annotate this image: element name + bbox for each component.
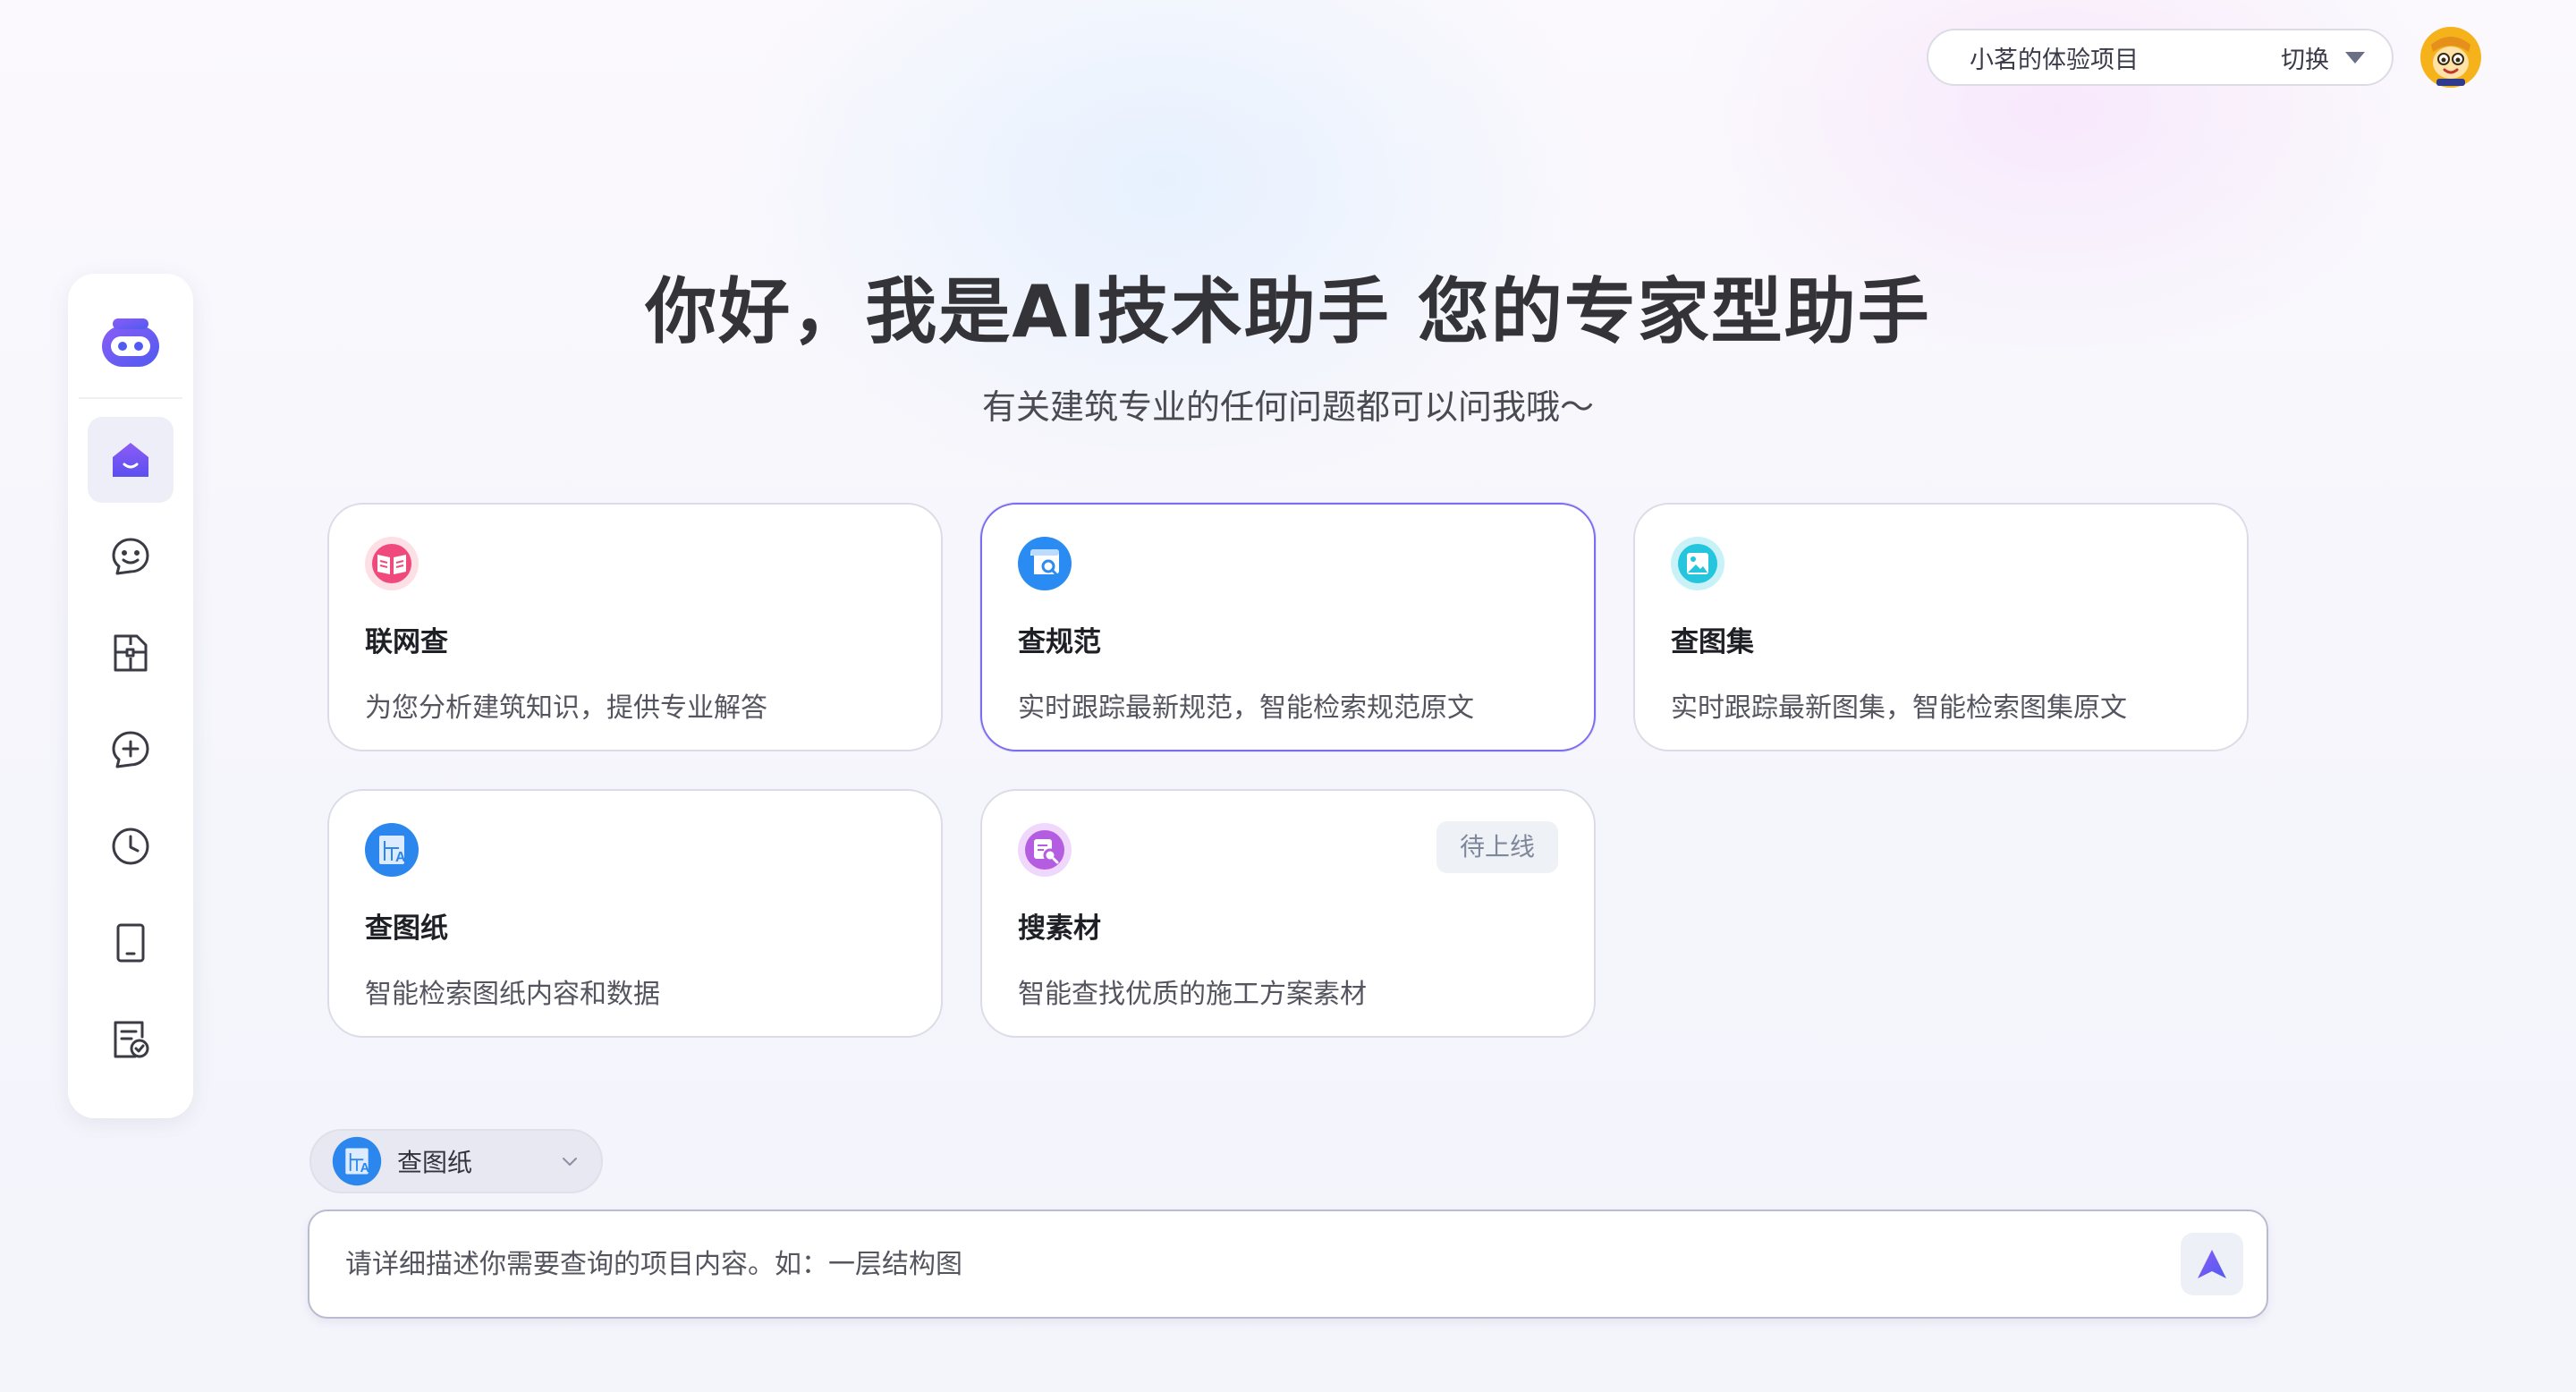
- card-atlas-search[interactable]: 查图集 实时跟踪最新图集，智能检索图集原文: [1633, 503, 2249, 751]
- caret-down-icon[interactable]: [2345, 51, 2365, 64]
- blueprint-icon: A: [365, 823, 419, 877]
- card-title: 查图纸: [365, 912, 448, 945]
- clock-icon: [112, 828, 149, 865]
- chat-composer: [308, 1210, 2268, 1319]
- blueprint-icon: A: [332, 1136, 382, 1186]
- page-title: 你好，我是AI技术助手 您的专家型助手: [645, 270, 1931, 353]
- avatar[interactable]: [2419, 25, 2483, 89]
- new-chat-icon: [112, 731, 149, 768]
- project-switcher[interactable]: 小茗的体验项目 切换: [1927, 29, 2394, 86]
- sidebar-item-new-chat[interactable]: [88, 707, 174, 793]
- open-book-icon: [365, 537, 419, 590]
- sidebar-item-history[interactable]: [88, 803, 174, 889]
- sidebar-item-device[interactable]: [88, 900, 174, 986]
- project-name: 小茗的体验项目: [1970, 46, 2139, 74]
- svg-text:A: A: [360, 1161, 370, 1176]
- card-spec-search[interactable]: 查规范 实时跟踪最新规范，智能检索规范原文: [980, 503, 1596, 751]
- card-title: 查规范: [1018, 626, 1101, 658]
- card-desc: 实时跟踪最新图集，智能检索图集原文: [1671, 692, 2127, 724]
- card-drawing-search[interactable]: A 查图纸 智能检索图纸内容和数据: [327, 789, 943, 1038]
- sidebar-item-home[interactable]: [88, 417, 174, 503]
- mode-selector-label: 查图纸: [397, 1148, 473, 1177]
- send-arrow-icon: [2198, 1250, 2226, 1278]
- switch-label[interactable]: 切换: [2281, 40, 2329, 75]
- chevron-down-icon: [563, 1158, 577, 1166]
- send-button[interactable]: [2181, 1233, 2243, 1295]
- coming-soon-badge: 待上线: [1436, 821, 1558, 873]
- card-desc: 实时跟踪最新规范，智能检索规范原文: [1018, 692, 1474, 724]
- card-title: 搜素材: [1018, 912, 1101, 945]
- card-desc: 为您分析建筑知识，提供专业解答: [365, 692, 767, 724]
- card-title: 联网查: [365, 626, 448, 658]
- chat-input[interactable]: [345, 1211, 2116, 1317]
- card-material-search[interactable]: 搜素材 智能查找优质的施工方案素材 待上线: [980, 789, 1596, 1038]
- card-web-search[interactable]: 联网查 为您分析建筑知识，提供专业解答: [327, 503, 943, 751]
- chat-face-icon: [112, 538, 149, 575]
- home-icon: [113, 443, 148, 477]
- avatar-face-icon: [2420, 27, 2481, 88]
- card-desc: 智能查找优质的施工方案素材: [1018, 979, 1367, 1010]
- image-album-icon: [1671, 537, 1724, 590]
- sidebar-item-floorplan[interactable]: [88, 610, 174, 696]
- sidebar-item-chat[interactable]: [88, 514, 174, 599]
- page-subtitle: 有关建筑专业的任何问题都可以问我哦～: [981, 387, 1594, 427]
- tablet-icon: [116, 923, 145, 963]
- floorplan-icon: [114, 634, 148, 672]
- sidebar-item-review[interactable]: [88, 997, 174, 1082]
- material-search-icon: [1018, 823, 1072, 877]
- spec-search-icon: [1018, 537, 1072, 590]
- mode-selector[interactable]: A 查图纸: [309, 1129, 603, 1193]
- svg-text:A: A: [395, 850, 406, 865]
- card-title: 查图集: [1671, 626, 1754, 658]
- document-check-icon: [114, 1021, 149, 1058]
- card-desc: 智能检索图纸内容和数据: [365, 979, 660, 1010]
